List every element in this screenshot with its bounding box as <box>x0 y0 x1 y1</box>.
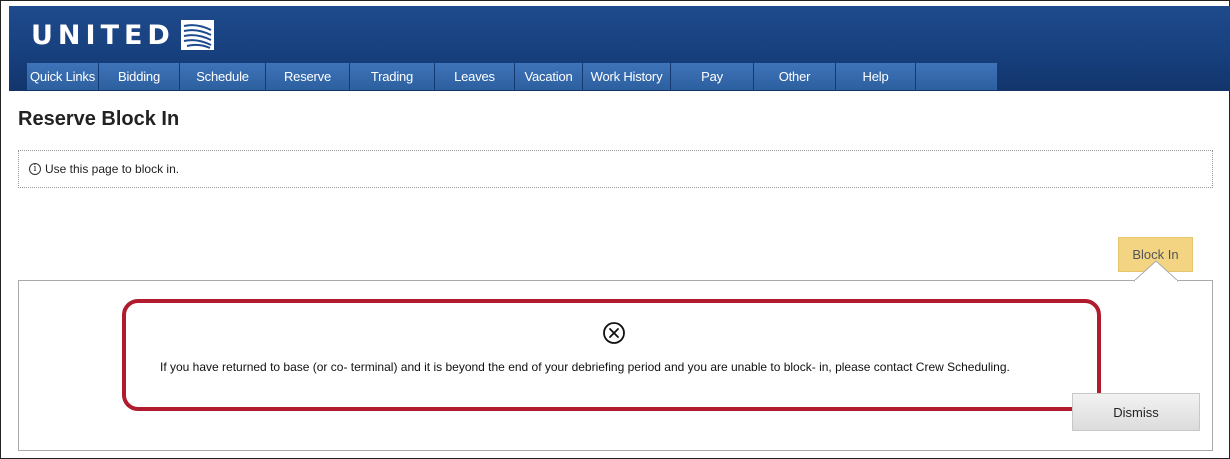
nav-item-vacation[interactable]: Vacation <box>515 63 583 90</box>
info-icon: i <box>29 163 41 175</box>
nav-item-trading[interactable]: Trading <box>350 63 435 90</box>
highlight-box <box>122 299 1101 411</box>
nav-item-other[interactable]: Other <box>754 63 836 90</box>
page-title: Reserve Block In <box>18 108 180 130</box>
main-nav: Quick Links Bidding Schedule Reserve Trading… <box>27 63 997 90</box>
info-banner: i Use this page to block in. <box>18 150 1213 188</box>
nav-item-pay[interactable]: Pay <box>671 63 754 90</box>
nav-item-quick-links[interactable]: Quick Links <box>27 63 99 90</box>
nav-item-work-history[interactable]: Work History <box>583 63 671 90</box>
united-logo[interactable]: UNITED <box>31 17 214 53</box>
alert-message: If you have returned to base (or co- ter… <box>160 360 1010 374</box>
nav-spacer <box>916 63 997 90</box>
nav-item-bidding[interactable]: Bidding <box>99 63 180 90</box>
panel-pointer <box>1134 260 1178 282</box>
nav-item-leaves[interactable]: Leaves <box>435 63 515 90</box>
nav-item-schedule[interactable]: Schedule <box>180 63 266 90</box>
info-text: Use this page to block in. <box>45 162 180 176</box>
brand-name: UNITED <box>31 19 175 51</box>
app-header: UNITED Quick Links Bidding Schedule Reserve… <box>9 6 1230 91</box>
error-circle-x-icon <box>603 322 625 344</box>
nav-item-reserve[interactable]: Reserve <box>266 63 350 90</box>
dismiss-button[interactable]: Dismiss <box>1072 393 1200 431</box>
united-globe-icon <box>180 20 214 50</box>
nav-item-help[interactable]: Help <box>836 63 916 90</box>
